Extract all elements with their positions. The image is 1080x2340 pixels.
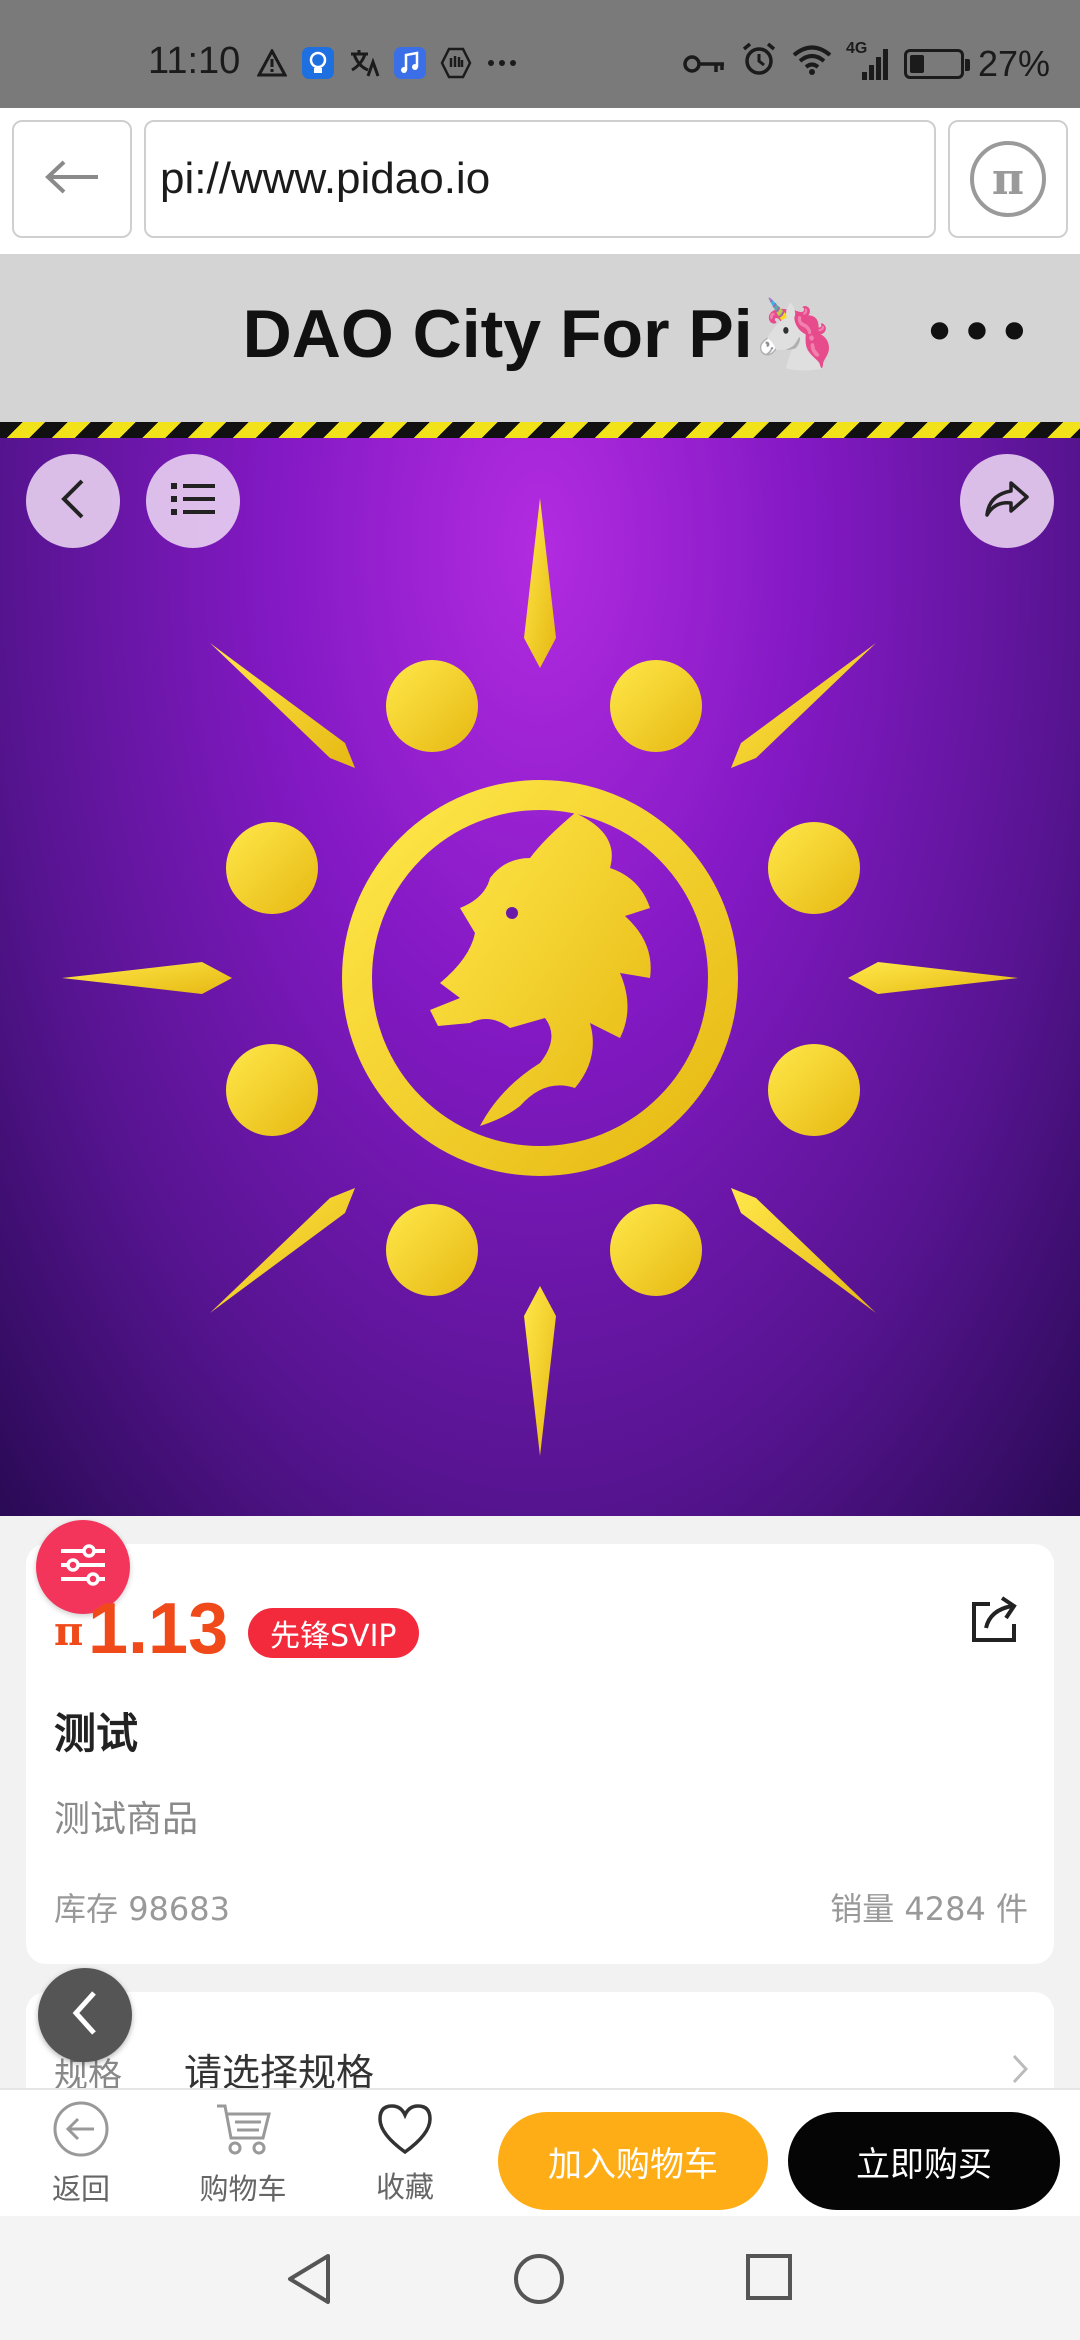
sliders-icon (57, 1543, 109, 1591)
golden-sun-dragon-logo (62, 498, 1018, 1456)
cart-label: 购物车 (199, 2172, 287, 2206)
url-field[interactable]: pi://www.pidao.io (144, 120, 936, 238)
browser-back-button[interactable] (12, 120, 132, 238)
category-list-button[interactable] (146, 454, 240, 548)
more-dots-icon (485, 46, 519, 80)
chevron-left-icon (58, 477, 88, 525)
music-icon (393, 46, 427, 80)
share-icon (983, 479, 1031, 523)
cart-icon (213, 2100, 273, 2162)
system-status: 4G 27% (682, 40, 1050, 87)
floating-back-button[interactable] (38, 1968, 132, 2062)
product-description: 测试商品 (54, 1799, 199, 1840)
currency-symbol: π (54, 1608, 84, 1655)
add-to-cart-button[interactable]: 加入购物车 (498, 2112, 768, 2210)
product-price: 1.13 (88, 1589, 229, 1669)
sales-info: 销量 4284 件 (830, 1884, 1028, 1930)
hand-icon (439, 46, 473, 80)
back-action[interactable]: 返回 (26, 2090, 136, 2218)
cart-action[interactable]: 购物车 (188, 2090, 298, 2218)
chevron-right-icon (1010, 2052, 1030, 2090)
alarm-icon (740, 40, 778, 87)
stock-label: 库存 (54, 1890, 119, 1928)
battery-percent: 27% (977, 42, 1050, 84)
signal-icon: 4G (846, 40, 890, 82)
list-icon (169, 479, 217, 523)
back-label: 返回 (51, 2172, 110, 2206)
image-share-button[interactable] (960, 454, 1054, 548)
arrow-left-icon (44, 159, 100, 199)
circle-arrow-left-icon (52, 2100, 110, 2162)
product-name: 测试 (54, 1709, 139, 1758)
product-share-button[interactable] (968, 1594, 1022, 1648)
battery-icon (903, 48, 970, 79)
pi-browser-button[interactable]: π (948, 120, 1068, 238)
key-icon (682, 43, 726, 85)
status-bar: 11:10 4G 27% (0, 0, 1080, 108)
page-title: DAO City For Pi🦄 (242, 296, 838, 372)
image-back-button[interactable] (26, 454, 120, 548)
buy-now-button[interactable]: 立即购买 (788, 2112, 1060, 2210)
more-menu-button[interactable]: ••• (922, 298, 1034, 368)
chevron-left-icon (68, 1989, 102, 2041)
sales-value: 4284 (904, 1890, 986, 1928)
status-time: 11:10 (148, 40, 241, 82)
external-share-icon (968, 1596, 1022, 1648)
system-nav-bar (0, 2216, 1080, 2340)
bottom-action-bar: 返回 购物车 收藏 加入购物车 立即购买 (0, 2088, 1080, 2216)
heart-icon (376, 2102, 434, 2160)
sales-unit: 件 (995, 1890, 1028, 1928)
sales-label: 销量 (830, 1890, 895, 1928)
warning-icon (255, 46, 289, 80)
pi-logo-icon: π (970, 141, 1046, 217)
favorite-label: 收藏 (375, 2170, 434, 2204)
stock-info: 库存 98683 (54, 1884, 230, 1930)
product-image (0, 438, 1080, 1516)
nav-back-button[interactable] (284, 2252, 336, 2310)
stock-value: 98683 (128, 1890, 230, 1928)
lightbulb-icon (301, 46, 335, 80)
svip-badge: 先锋SVIP (248, 1608, 419, 1658)
spec-selector-card[interactable] (26, 1992, 1054, 2088)
translate-icon (347, 46, 381, 80)
wifi-icon (792, 43, 832, 85)
browser-bar: pi://www.pidao.io π (0, 108, 1080, 254)
hazard-stripe-divider (0, 422, 1080, 438)
page-header: DAO City For Pi🦄 ••• (0, 254, 1080, 422)
favorite-action[interactable]: 收藏 (350, 2090, 460, 2218)
nav-home-button[interactable] (512, 2252, 566, 2310)
nav-recents-button[interactable] (744, 2252, 794, 2306)
notification-icons (255, 46, 519, 80)
